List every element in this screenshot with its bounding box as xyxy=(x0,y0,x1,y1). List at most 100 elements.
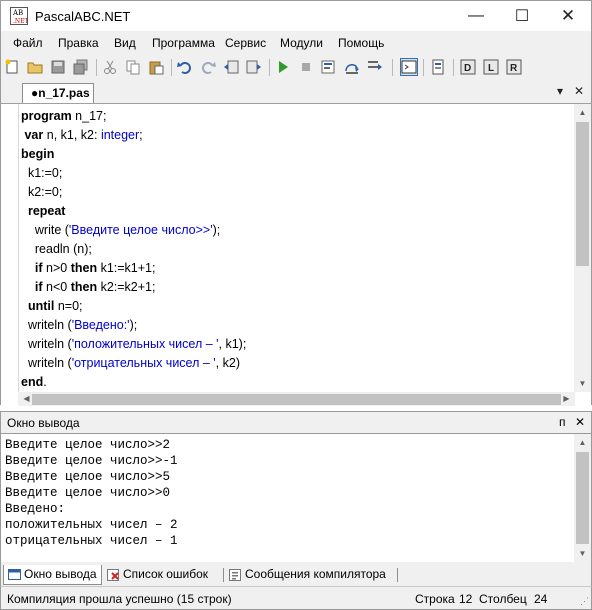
svg-text:AB: AB xyxy=(12,9,23,17)
code-line[interactable]: writeln ('положительных чисел – ', k1); xyxy=(21,335,246,354)
paste-icon[interactable] xyxy=(147,58,165,76)
menu-program[interactable]: Программа xyxy=(152,36,215,50)
menu-service[interactable]: Сервис xyxy=(225,36,266,50)
resize-grip-icon[interactable]: ⋰ xyxy=(580,596,589,607)
code-line[interactable]: until n=0; xyxy=(21,297,246,316)
menu-help[interactable]: Помощь xyxy=(338,36,384,50)
stop-icon[interactable] xyxy=(297,58,315,76)
module-r-icon[interactable]: R xyxy=(505,58,523,76)
code-line[interactable]: begin xyxy=(21,145,246,164)
tab-close-icon[interactable]: ✕ xyxy=(574,84,584,98)
scroll-thumb[interactable] xyxy=(576,452,589,544)
new-file-icon[interactable] xyxy=(3,58,21,76)
code-area[interactable]: program n_17; var n, k1, k2: integer; beg… xyxy=(21,107,246,392)
tab-separator xyxy=(397,568,398,582)
code-keyword: repeat xyxy=(27,204,66,218)
menu-modules[interactable]: Модули xyxy=(280,36,323,50)
cut-icon[interactable] xyxy=(101,58,119,76)
save-all-icon[interactable] xyxy=(72,58,90,76)
maximize-button[interactable]: ☐ xyxy=(499,1,545,31)
minimize-button[interactable]: — xyxy=(453,1,499,31)
scroll-up-icon[interactable]: ▲ xyxy=(574,104,591,121)
code-editor[interactable]: program n_17; var n, k1, k2: integer; beg… xyxy=(0,103,592,406)
code-line[interactable]: k2:=0; xyxy=(21,183,246,202)
module-l-icon[interactable]: L xyxy=(482,58,500,76)
scroll-down-icon[interactable]: ▼ xyxy=(574,375,591,392)
save-icon[interactable] xyxy=(49,58,67,76)
code-line[interactable]: writeln ('отрицательных чисел – ', k2) xyxy=(21,354,246,373)
menu-edit[interactable]: Правка xyxy=(58,36,99,50)
step-forward-icon[interactable] xyxy=(245,58,263,76)
code-line[interactable]: write ('Введите целое число>>'); xyxy=(21,221,246,240)
editor-horizontal-scrollbar[interactable]: ◀ ▶ xyxy=(18,392,575,406)
step-back-icon[interactable] xyxy=(222,58,240,76)
code-line[interactable]: end. xyxy=(21,373,246,392)
menu-file[interactable]: Файл xyxy=(13,36,43,50)
scroll-thumb[interactable] xyxy=(32,394,561,405)
tab-compiler-messages[interactable]: Сообщения компилятора xyxy=(225,565,390,585)
tab-separator xyxy=(223,568,224,582)
tab-output-window[interactable]: Окно вывода xyxy=(3,565,102,585)
code-string: 'Введено:' xyxy=(71,318,130,332)
scroll-up-icon[interactable]: ▲ xyxy=(574,434,591,451)
code-text: writeln ( xyxy=(21,337,72,351)
scroll-down-icon[interactable]: ▼ xyxy=(574,545,591,562)
code-keyword: if xyxy=(34,280,43,294)
scroll-thumb[interactable] xyxy=(576,122,589,266)
output-window-icon[interactable] xyxy=(400,58,418,76)
menu-view[interactable]: Вид xyxy=(114,36,136,50)
code-line[interactable]: k1:=0; xyxy=(21,164,246,183)
close-button[interactable]: ✕ xyxy=(545,1,591,31)
editor-vertical-scrollbar[interactable]: ▲ ▼ xyxy=(574,104,591,392)
tab-output-label: Окно вывода xyxy=(24,567,97,581)
window-title: PascalABC.NET xyxy=(35,9,131,24)
run-icon[interactable] xyxy=(274,58,292,76)
debug-step-into-icon[interactable] xyxy=(366,58,384,76)
close-icon: ✕ xyxy=(560,6,576,25)
code-keyword: end xyxy=(21,375,44,389)
copy-icon[interactable] xyxy=(124,58,142,76)
module-d-icon[interactable]: D xyxy=(459,58,477,76)
code-keyword: then xyxy=(70,261,98,275)
settings-icon[interactable] xyxy=(429,58,447,76)
tab-list-dropdown-icon[interactable]: ▾ xyxy=(557,84,563,98)
output-close-icon[interactable]: ✕ xyxy=(575,415,585,429)
code-line[interactable]: readln (n); xyxy=(21,240,246,259)
code-text: n, k1, k2: xyxy=(43,128,101,142)
code-line[interactable]: var n, k1, k2: integer; xyxy=(21,126,246,145)
undo-icon[interactable] xyxy=(176,58,194,76)
code-text: k2:=k2+1; xyxy=(97,280,156,294)
debug-step-over-icon[interactable] xyxy=(343,58,361,76)
code-keyword: until xyxy=(27,299,55,313)
code-line[interactable]: if n>0 then k1:=k1+1; xyxy=(21,259,246,278)
output-panel[interactable]: Введите целое число>>2 Введите целое числ… xyxy=(0,434,592,562)
code-keyword: then xyxy=(70,280,98,294)
open-folder-icon[interactable] xyxy=(26,58,44,76)
code-line[interactable]: program n_17; xyxy=(21,107,246,126)
code-line[interactable]: writeln ('Введено:'); xyxy=(21,316,246,335)
toolbar-separator xyxy=(96,59,97,76)
code-line[interactable]: if n<0 then k2:=k2+1; xyxy=(21,278,246,297)
code-type: integer xyxy=(100,128,140,142)
tab-error-list[interactable]: Список ошибок xyxy=(103,565,212,585)
redo-icon[interactable] xyxy=(199,58,217,76)
output-line: положительных чисел – 2 xyxy=(5,518,178,532)
code-line[interactable]: repeat xyxy=(21,202,246,221)
scroll-right-icon[interactable]: ▶ xyxy=(558,390,575,407)
tab-error-list-label: Список ошибок xyxy=(123,567,209,581)
code-keyword: if xyxy=(34,261,43,275)
output-text: Введите целое число>>2 Введите целое числ… xyxy=(5,437,178,549)
status-bar: Компиляция прошла успешно (15 строк) Стр… xyxy=(0,586,592,610)
toolbar-separator xyxy=(423,59,424,76)
toolbar-separator xyxy=(453,59,454,76)
debug-step-icon[interactable] xyxy=(320,58,338,76)
output-panel-header: Окно вывода ᴨ ✕ xyxy=(0,411,592,434)
status-message: Компиляция прошла успешно (15 строк) xyxy=(7,592,232,606)
output-vertical-scrollbar[interactable]: ▲ ▼ xyxy=(574,434,591,562)
pin-icon[interactable]: ᴨ xyxy=(559,415,566,429)
svg-text:.NET: .NET xyxy=(13,18,28,24)
bottom-tab-strip: Окно вывода Список ошибок Сообщения комп… xyxy=(0,562,592,586)
tab-n17-pas[interactable]: ●n_17.pas xyxy=(22,83,94,103)
svg-text:R: R xyxy=(510,63,518,74)
